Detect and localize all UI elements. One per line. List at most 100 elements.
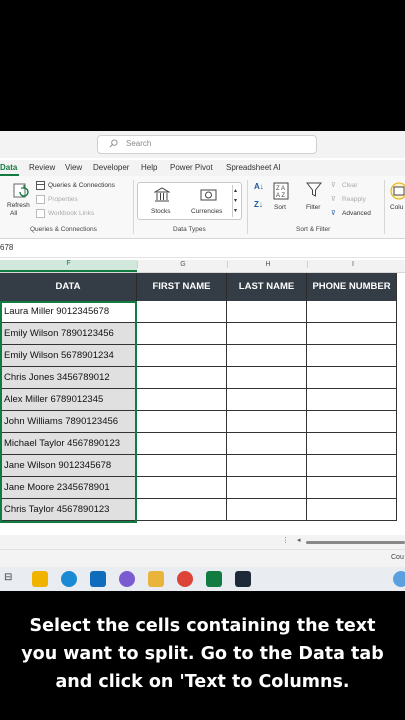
last-name-cell[interactable] [227, 301, 307, 323]
currencies-button[interactable]: Currencies [190, 186, 228, 218]
data-cell[interactable]: Michael Taylor 4567890123 [0, 433, 137, 455]
queries-connections-button[interactable]: Queries & Connections [36, 181, 131, 191]
phone-number-cell[interactable] [307, 455, 397, 477]
scroll-left-icon[interactable]: ◂ [297, 536, 301, 544]
clear-button[interactable]: ⊽ Clear [331, 181, 375, 191]
formula-bar: 678 [0, 239, 405, 258]
data-cell[interactable]: Chris Taylor 4567890123 [0, 499, 137, 521]
data-cell[interactable]: Jane Moore 2345678901 [0, 477, 137, 499]
edge-browser-icon[interactable] [61, 571, 77, 587]
last-name-cell[interactable] [227, 433, 307, 455]
data-cell[interactable]: Alex Miller 6789012345 [0, 389, 137, 411]
tab-developer[interactable]: Developer [93, 163, 129, 172]
copilot-icon[interactable] [119, 571, 135, 587]
first-name-cell[interactable] [137, 477, 227, 499]
last-name-cell[interactable] [227, 455, 307, 477]
data-cell[interactable]: Chris Jones 3456789012 [0, 367, 137, 389]
phone-number-cell[interactable] [307, 389, 397, 411]
column-header-g[interactable]: G [137, 261, 228, 268]
data-cell[interactable]: Laura Miller 9012345678 [0, 301, 137, 323]
excel-window: Search Data Review View Developer Help P… [0, 131, 405, 567]
tab-spreadsheet-ai[interactable]: Spreadsheet AI [226, 163, 281, 172]
sort-ascending-icon: A↓ [254, 182, 264, 191]
phone-number-cell[interactable] [307, 433, 397, 455]
search-input[interactable]: Search [97, 135, 317, 154]
properties-button[interactable]: Properties [36, 195, 131, 205]
data-cell[interactable]: John Williams 7890123456 [0, 411, 137, 433]
first-name-cell[interactable] [137, 433, 227, 455]
tab-view[interactable]: View [65, 163, 82, 172]
tab-help[interactable]: Help [141, 163, 157, 172]
scrollbar-thumb[interactable] [306, 541, 405, 544]
header-cell-last-name[interactable]: LAST NAME [227, 273, 307, 301]
more-options-icon[interactable]: ⋮ [282, 536, 289, 544]
name-box[interactable]: 678 [0, 243, 13, 252]
tab-power-pivot[interactable]: Power Pivot [170, 163, 213, 172]
phone-number-cell[interactable] [307, 345, 397, 367]
last-name-cell[interactable] [227, 411, 307, 433]
phone-number-cell[interactable] [307, 367, 397, 389]
phone-number-cell[interactable] [307, 499, 397, 521]
stocks-icon [154, 187, 170, 202]
sort-button[interactable]: Z A A Z Sort [272, 182, 290, 216]
weather-icon[interactable] [393, 571, 405, 587]
data-cell[interactable]: Emily Wilson 5678901234 [0, 345, 137, 367]
advanced-button[interactable]: ⊽ Advanced [331, 209, 377, 219]
last-name-cell[interactable] [227, 499, 307, 521]
first-name-cell[interactable] [137, 499, 227, 521]
mail-icon[interactable] [90, 571, 106, 587]
last-name-cell[interactable] [227, 477, 307, 499]
last-name-cell[interactable] [227, 345, 307, 367]
phone-number-cell[interactable] [307, 477, 397, 499]
column-header-h[interactable]: H [227, 261, 308, 268]
column-header-i[interactable]: I [307, 261, 398, 268]
last-name-cell[interactable] [227, 367, 307, 389]
phone-number-cell[interactable] [307, 301, 397, 323]
task-view-icon[interactable]: ⊟ [4, 572, 12, 583]
expand-gallery-icon: ▾ [234, 208, 238, 214]
data-cell[interactable]: Jane Wilson 9012345678 [0, 455, 137, 477]
first-name-cell[interactable] [137, 345, 227, 367]
reapply-button[interactable]: ⊽ Reapply [331, 195, 375, 205]
tab-data[interactable]: Data [0, 163, 17, 172]
svg-text:Z A: Z A [276, 186, 285, 192]
first-name-cell[interactable] [137, 323, 227, 345]
ribbon-separator [384, 180, 385, 234]
first-name-cell[interactable] [137, 301, 227, 323]
data-types-scroll[interactable]: ▴ ▾ ▾ [232, 185, 241, 217]
ribbon: Refresh All Queries & Connections Proper… [0, 176, 405, 239]
first-name-cell[interactable] [137, 411, 227, 433]
filter-icon [306, 182, 322, 197]
search-placeholder: Search [126, 139, 152, 148]
queries-icon [36, 181, 45, 190]
column-header-f[interactable]: F [0, 260, 137, 272]
tab-review[interactable]: Review [29, 163, 55, 172]
store-icon[interactable] [32, 571, 48, 587]
last-name-cell[interactable] [227, 389, 307, 411]
file-explorer-icon[interactable] [148, 571, 164, 587]
first-name-cell[interactable] [137, 389, 227, 411]
svg-text:A Z: A Z [276, 193, 285, 199]
advanced-filter-icon: ⊽ [331, 210, 336, 217]
workbook-links-button[interactable]: Workbook Links [36, 209, 131, 219]
data-cell[interactable]: Emily Wilson 7890123456 [0, 323, 137, 345]
app-icon[interactable] [235, 571, 251, 587]
header-cell-data[interactable]: DATA [0, 273, 137, 301]
text-to-columns-button[interactable]: Colu [388, 182, 405, 216]
stocks-button[interactable]: Stocks [148, 186, 178, 218]
header-cell-phone-number[interactable]: PHONE NUMBER [307, 273, 397, 301]
refresh-label: Refresh [7, 202, 30, 209]
ribbon-separator [247, 180, 248, 234]
phone-number-cell[interactable] [307, 323, 397, 345]
filter-button[interactable]: Filter [304, 182, 324, 216]
chrome-icon[interactable] [177, 571, 193, 587]
sort-az-button[interactable]: A↓ Z↓ [254, 182, 266, 212]
header-cell-first-name[interactable]: FIRST NAME [137, 273, 227, 301]
phone-number-cell[interactable] [307, 411, 397, 433]
last-name-cell[interactable] [227, 323, 307, 345]
excel-icon[interactable] [206, 571, 222, 587]
first-name-cell[interactable] [137, 367, 227, 389]
horizontal-scrollbar[interactable]: ⋮ ◂ [0, 535, 405, 549]
sort-label: Sort [274, 204, 286, 211]
first-name-cell[interactable] [137, 455, 227, 477]
